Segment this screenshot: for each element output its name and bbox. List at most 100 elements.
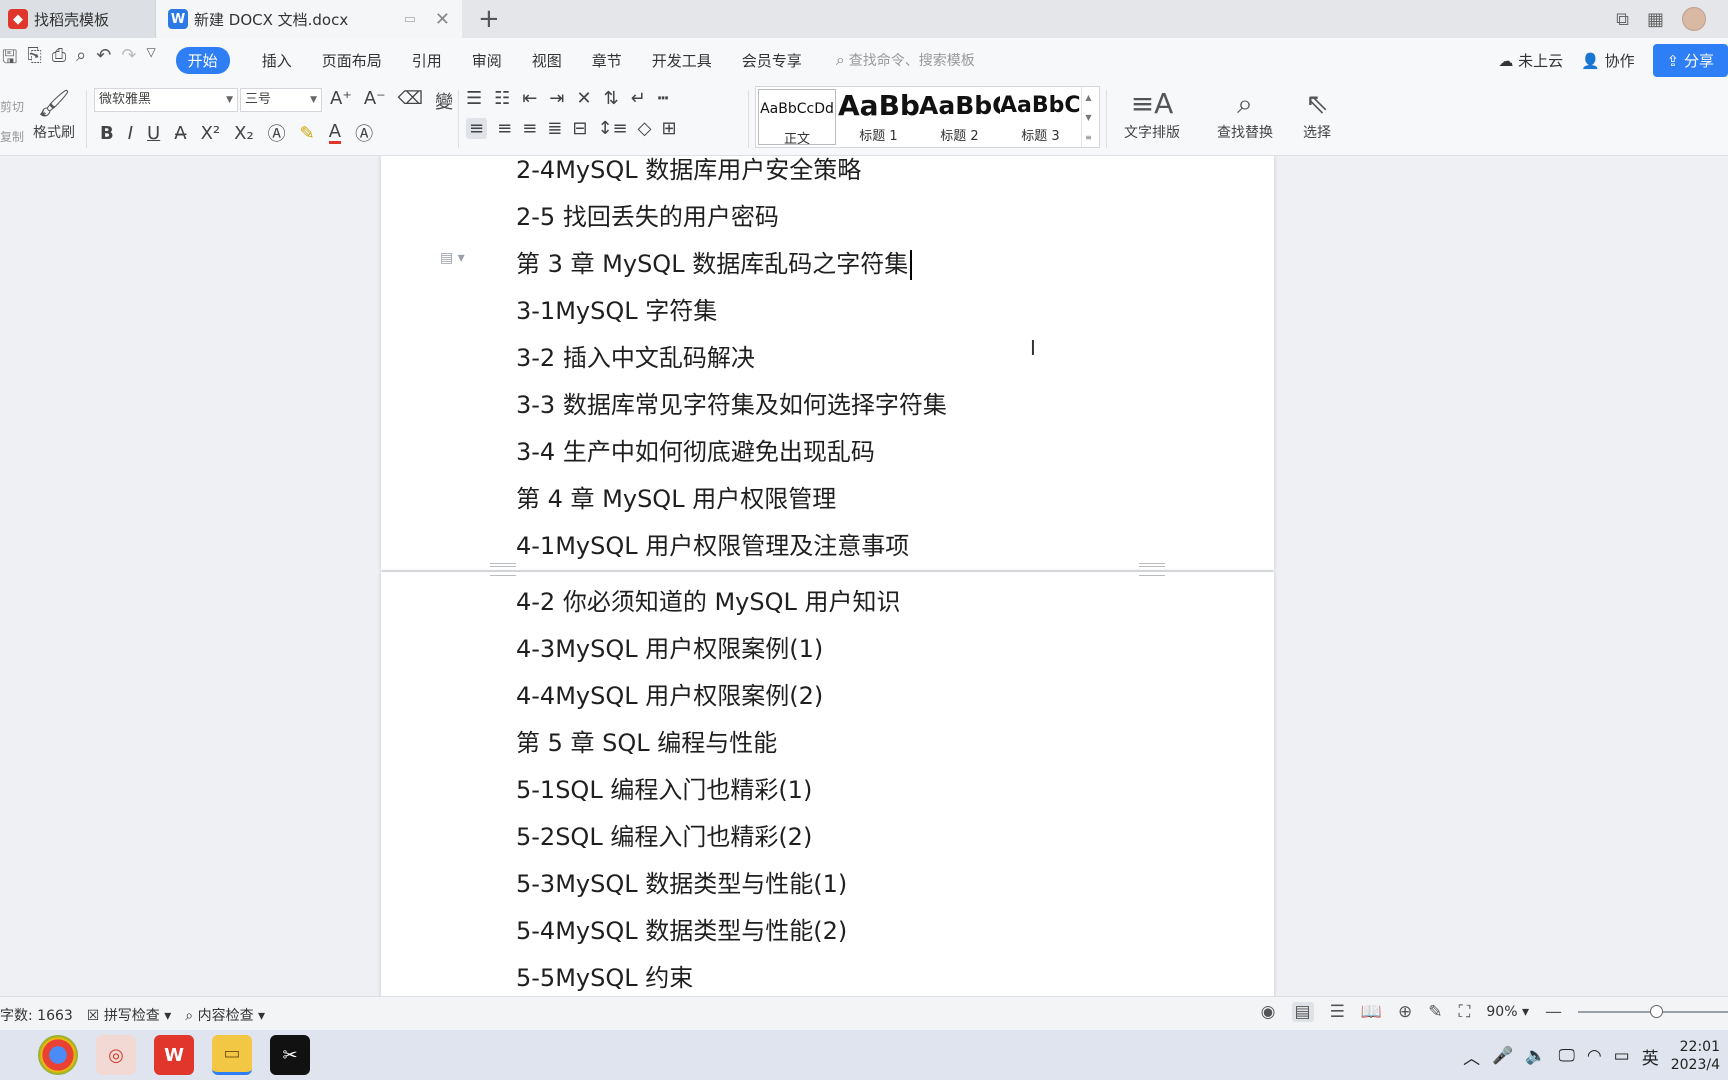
superscript-icon[interactable]: X² xyxy=(201,123,221,144)
sort-icon[interactable]: ⇅ xyxy=(604,88,619,109)
word-count[interactable]: 字数: 1663 xyxy=(0,1005,73,1025)
decrease-indent-icon[interactable]: ⇤ xyxy=(522,88,537,109)
style-heading-1[interactable]: AaBb 标题 1 xyxy=(838,87,919,147)
text-direction-icon[interactable]: ✕ xyxy=(576,88,591,109)
ime-indicator[interactable]: 英 xyxy=(1642,1044,1659,1069)
export-icon[interactable]: ⎘ xyxy=(27,45,41,75)
zoom-out-icon[interactable]: — xyxy=(1545,1002,1562,1022)
expand-icon[interactable]: ≡ xyxy=(1085,133,1092,142)
tab-find-template[interactable]: ◆ 找稻壳模板 xyxy=(0,0,156,38)
document-line-current[interactable]: 第 3 章 MySQL 数据库乱码之字符集 xyxy=(516,244,913,280)
char-border-icon[interactable]: Ⓐ xyxy=(355,120,373,146)
document-line[interactable]: 2-5 找回丢失的用户密码 xyxy=(516,197,779,232)
display-icon[interactable]: 🖵 xyxy=(1558,1046,1574,1066)
cut-button[interactable]: 剪切 xyxy=(0,92,24,122)
document-line[interactable]: 5-4MySQL 数据类型与性能(2) xyxy=(516,911,847,946)
italic-icon[interactable]: I xyxy=(128,123,133,144)
file-explorer-icon[interactable]: ▭ xyxy=(212,1035,252,1075)
pin-icon[interactable]: ▭ xyxy=(404,12,416,27)
shrink-font-icon[interactable]: A⁻ xyxy=(364,88,386,114)
layout-icon[interactable]: ⧉ xyxy=(1616,9,1629,30)
copy-button[interactable]: 复制 xyxy=(0,122,24,152)
zoom-slider-knob[interactable] xyxy=(1650,1005,1663,1018)
align-center-icon[interactable]: ≡ xyxy=(497,118,512,139)
document-page[interactable]: 4-2 你必须知道的 MySQL 用户知识 4-3MySQL 用户权限案例(1)… xyxy=(381,566,1274,996)
document-workspace[interactable]: 2-4MySQL 数据库用户安全策略 2-5 找回丢失的用户密码 第 3 章 M… xyxy=(0,156,1728,996)
write-mode-icon[interactable]: ✎ xyxy=(1428,1002,1442,1022)
menu-developer[interactable]: 开发工具 xyxy=(652,50,712,71)
document-line[interactable]: 5-5MySQL 约束 xyxy=(516,958,693,993)
bold-icon[interactable]: B xyxy=(100,123,114,144)
chrome-icon[interactable] xyxy=(38,1035,78,1075)
underline-icon[interactable]: U xyxy=(147,123,160,144)
document-line[interactable]: 5-1SQL 编程入门也精彩(1) xyxy=(516,770,812,805)
menu-insert[interactable]: 插入 xyxy=(262,50,292,71)
clock[interactable]: 22:01 2023/4 xyxy=(1671,1038,1720,1074)
close-tab-icon[interactable]: ✕ xyxy=(435,9,450,30)
customize-dropdown-icon[interactable]: ▽ xyxy=(146,45,155,75)
align-right-icon[interactable]: ≡ xyxy=(522,118,537,139)
collab-button[interactable]: 👤 协作 xyxy=(1581,50,1634,71)
save-icon[interactable]: 🖫 xyxy=(2,45,17,75)
wps-icon[interactable]: W xyxy=(154,1035,194,1075)
content-check-button[interactable]: ⌕ 内容检查 ▾ xyxy=(185,1005,265,1025)
new-tab-button[interactable]: + xyxy=(478,4,500,34)
document-line[interactable]: 3-3 数据库常见字符集及如何选择字符集 xyxy=(516,385,947,420)
strikethrough-icon[interactable]: A̶ xyxy=(174,123,186,144)
cloud-status-button[interactable]: ☁ 未上云 xyxy=(1498,50,1563,71)
print-preview-icon[interactable]: ⌕ xyxy=(76,45,86,75)
style-heading-2[interactable]: AaBbC 标题 2 xyxy=(919,87,1000,147)
undo-icon[interactable]: ↶ xyxy=(96,45,111,75)
apps-grid-icon[interactable]: ▦ xyxy=(1647,9,1664,30)
snail-app-icon[interactable]: ◎ xyxy=(96,1035,136,1075)
show-marks-icon[interactable]: ↵ xyxy=(631,88,646,109)
menu-references[interactable]: 引用 xyxy=(412,50,442,71)
document-line[interactable]: 3-2 插入中文乱码解决 xyxy=(516,338,755,373)
chevron-down-icon[interactable]: ▼ xyxy=(1085,113,1091,122)
style-normal[interactable]: AaBbCcDd 正文 xyxy=(758,89,836,145)
bullet-list-icon[interactable]: ☰ xyxy=(466,88,482,109)
document-line[interactable]: 2-4MySQL 数据库用户安全策略 xyxy=(516,156,861,185)
subscript-icon[interactable]: X₂ xyxy=(234,123,254,144)
highlight-icon[interactable]: ✎ xyxy=(300,123,315,144)
select-button[interactable]: ⇖ 选择 xyxy=(1292,86,1342,142)
clear-format-icon[interactable]: ⌫ xyxy=(398,88,423,114)
document-line[interactable]: 5-2SQL 编程入门也精彩(2) xyxy=(516,817,812,852)
shading-icon[interactable]: ◇ xyxy=(638,118,652,139)
wifi-icon[interactable]: ◠ xyxy=(1587,1046,1602,1066)
eye-protection-icon[interactable]: ◉ xyxy=(1261,1002,1276,1022)
document-line[interactable]: 4-4MySQL 用户权限案例(2) xyxy=(516,676,823,711)
chevron-up-icon[interactable]: ▲ xyxy=(1085,93,1091,102)
document-line[interactable]: 4-3MySQL 用户权限案例(1) xyxy=(516,629,823,664)
paragraph-handle-icon[interactable]: ▤ ▾ xyxy=(440,250,465,266)
menu-review[interactable]: 审阅 xyxy=(472,50,502,71)
format-painter-button[interactable]: 🖌 格式刷 xyxy=(28,86,80,142)
align-left-icon[interactable]: ≡ xyxy=(466,118,488,139)
justify-icon[interactable]: ≣ xyxy=(547,118,562,139)
zoom-slider[interactable] xyxy=(1578,1005,1728,1018)
outline-view-icon[interactable]: ☰ xyxy=(1330,1002,1345,1022)
menu-page-layout[interactable]: 页面布局 xyxy=(322,50,382,71)
print-icon[interactable]: ⎙ xyxy=(52,45,66,75)
borders-icon[interactable]: ⊞ xyxy=(661,118,676,139)
volume-icon[interactable]: 🔈 xyxy=(1525,1046,1546,1066)
spell-check-button[interactable]: ☒ 拼写检查 ▾ xyxy=(87,1005,172,1025)
chevron-up-icon[interactable]: ︿ xyxy=(1463,1044,1480,1069)
avatar[interactable] xyxy=(1682,7,1706,31)
document-line[interactable]: 4-2 你必须知道的 MySQL 用户知识 xyxy=(516,582,901,617)
text-layout-button[interactable]: ≡A 文字排版 xyxy=(1112,86,1192,142)
grow-font-icon[interactable]: A⁺ xyxy=(330,88,352,114)
zoom-level[interactable]: 90% ▾ xyxy=(1486,1004,1529,1020)
document-line[interactable]: 第 5 章 SQL 编程与性能 xyxy=(516,723,777,758)
distribute-icon[interactable]: ⊟ xyxy=(572,118,587,139)
document-line[interactable]: 5-3MySQL 数据类型与性能(1) xyxy=(516,864,847,899)
menu-view[interactable]: 视图 xyxy=(532,50,562,71)
style-gallery-scroll[interactable]: ▲ ▼ ≡ xyxy=(1081,87,1095,147)
capcut-icon[interactable]: ✂ xyxy=(270,1035,310,1075)
document-line[interactable]: 3-1MySQL 字符集 xyxy=(516,291,717,326)
find-replace-button[interactable]: ⌕ 查找替换 xyxy=(1206,86,1284,142)
redo-icon[interactable]: ↷ xyxy=(121,45,136,75)
document-line[interactable]: 第 4 章 MySQL 用户权限管理 xyxy=(516,479,836,514)
fit-page-icon[interactable]: ⛶ xyxy=(1458,1002,1470,1022)
line-spacing-icon[interactable]: ↕≡ xyxy=(597,118,627,139)
